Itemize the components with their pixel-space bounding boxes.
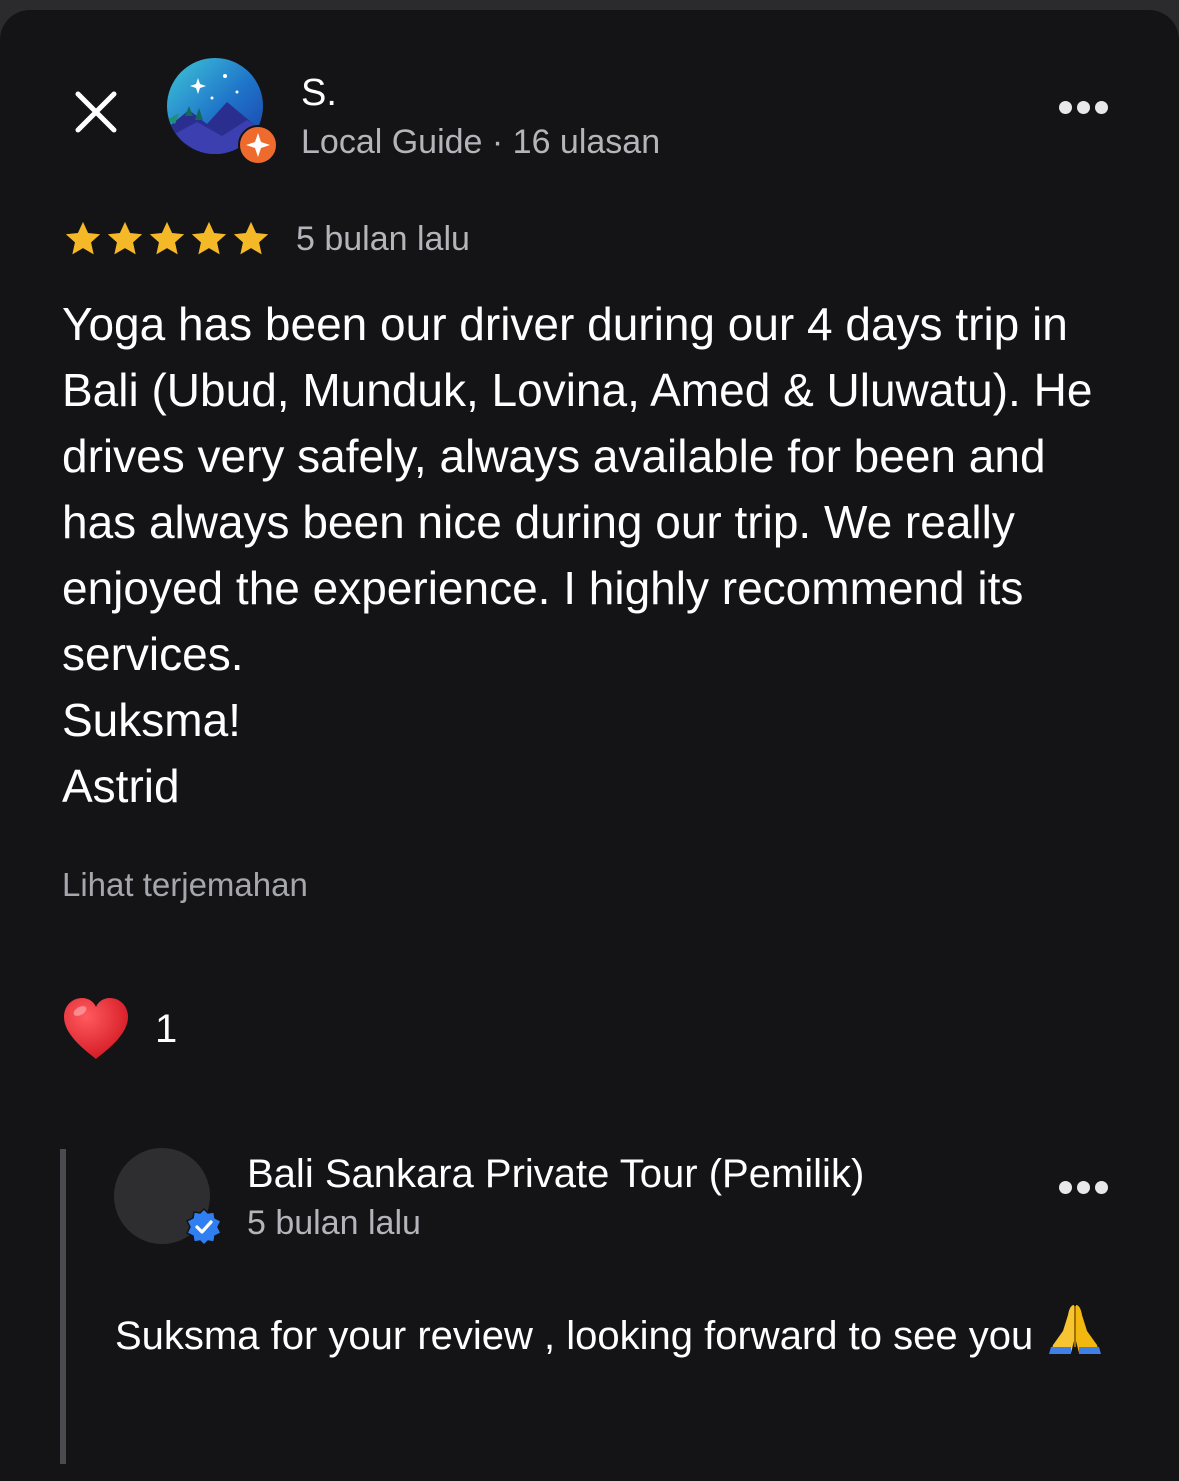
review-body: Yoga has been our driver during our 4 da… — [62, 291, 1132, 819]
review-sheet: S. Local Guide · 16 ulasan 5 bulan lalu … — [0, 10, 1179, 1481]
star-icon — [233, 221, 269, 255]
author-meta: Local Guide · 16 ulasan — [301, 123, 661, 161]
review-more-options-button[interactable] — [1056, 95, 1112, 119]
close-button[interactable] — [64, 80, 128, 144]
review-date: 5 bulan lalu — [296, 220, 470, 258]
star-icon — [149, 221, 185, 255]
review-paragraph: Yoga has been our driver during our 4 da… — [62, 298, 1093, 680]
star-rating — [62, 218, 272, 262]
review-paragraph: Suksma! — [62, 694, 241, 746]
owner-reply-text: Suksma for your review , looking forward… — [115, 1314, 1034, 1358]
heart-reaction-button[interactable] — [60, 995, 132, 1063]
owner-reply-body: Suksma for your review , looking forward… — [115, 1301, 1115, 1367]
reaction-count: 1 — [155, 1007, 178, 1051]
reply-more-options-button[interactable] — [1056, 1175, 1112, 1199]
local-guide-badge-icon — [238, 125, 278, 165]
more-options-icon — [1059, 101, 1072, 114]
close-icon — [75, 91, 117, 133]
author-name[interactable]: S. — [301, 70, 337, 116]
star-icon — [65, 221, 101, 255]
review-paragraph: Astrid — [62, 760, 180, 812]
verified-badge-icon — [184, 1207, 224, 1247]
owner-name[interactable]: Bali Sankara Private Tour (Pemilik) — [247, 1150, 864, 1198]
reply-divider — [60, 1149, 66, 1464]
owner-reply-date: 5 bulan lalu — [247, 1204, 421, 1242]
star-icon — [107, 221, 143, 255]
folded-hands-emoji-icon — [1047, 1301, 1103, 1355]
star-icon — [191, 221, 227, 255]
heart-icon — [64, 998, 128, 1059]
more-options-icon — [1059, 1181, 1072, 1194]
see-translation-link[interactable]: Lihat terjemahan — [62, 863, 308, 907]
